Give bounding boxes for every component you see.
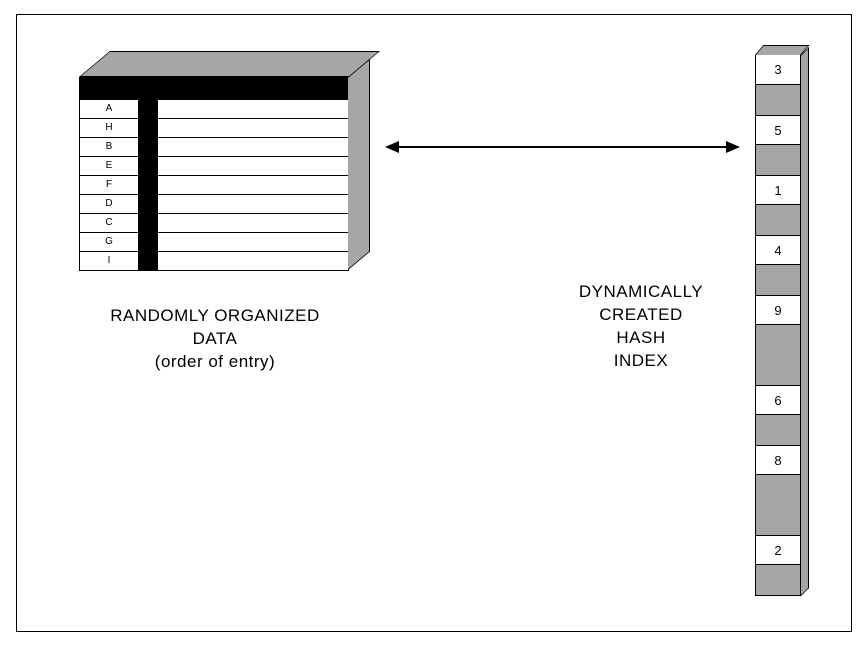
data-row-value <box>158 233 348 251</box>
data-row-separator <box>138 195 158 213</box>
data-row-key: A <box>80 100 138 118</box>
data-row: B <box>80 137 348 156</box>
data-row: I <box>80 251 348 270</box>
right-caption-line3: HASH <box>551 327 731 350</box>
right-caption-line1: DYNAMICALLY <box>551 281 731 304</box>
hash-slot-empty <box>756 145 800 175</box>
left-caption-line3: (order of entry) <box>55 351 375 374</box>
right-caption: DYNAMICALLY CREATED HASH INDEX <box>551 281 731 373</box>
hash-slot-empty <box>756 565 800 595</box>
hash-slot-filled: 2 <box>756 535 800 565</box>
left-caption: RANDOMLY ORGANIZED DATA (order of entry) <box>55 305 375 374</box>
data-row-value <box>158 100 348 118</box>
data-row: D <box>80 194 348 213</box>
left-caption-line2: DATA <box>55 328 375 351</box>
data-row: C <box>80 213 348 232</box>
data-row: H <box>80 118 348 137</box>
data-row-separator <box>138 138 158 156</box>
hash-slot-filled: 8 <box>756 445 800 475</box>
hash-index-column: 3 5 1 4 9 6 8 2 <box>755 55 801 596</box>
data-row-value <box>158 176 348 194</box>
data-row-key: C <box>80 214 138 232</box>
right-caption-line4: INDEX <box>551 350 731 373</box>
data-row: A <box>80 99 348 118</box>
data-row-key: F <box>80 176 138 194</box>
data-row-key: E <box>80 157 138 175</box>
data-row: G <box>80 232 348 251</box>
left-caption-line1: RANDOMLY ORGANIZED <box>55 305 375 328</box>
data-row-key: G <box>80 233 138 251</box>
double-arrow-icon <box>385 139 740 155</box>
data-row-value <box>158 138 348 156</box>
hash-slot-empty <box>756 355 800 385</box>
data-row: F <box>80 175 348 194</box>
data-row: E <box>80 156 348 175</box>
hash-slot-filled: 5 <box>756 115 800 145</box>
hash-slot-filled: 9 <box>756 295 800 325</box>
data-row-key: I <box>80 252 138 270</box>
data-table-header-bar <box>80 77 348 99</box>
hash-slot-empty <box>756 415 800 445</box>
data-row-key: D <box>80 195 138 213</box>
data-row-key: H <box>80 119 138 137</box>
data-row-value <box>158 195 348 213</box>
data-row-separator <box>138 100 158 118</box>
data-row-value <box>158 157 348 175</box>
hash-slot-empty <box>756 325 800 355</box>
hash-slot-filled: 6 <box>756 385 800 415</box>
hash-slot-empty <box>756 85 800 115</box>
data-row-value <box>158 252 348 270</box>
hash-slot-filled: 4 <box>756 235 800 265</box>
data-row-separator <box>138 233 158 251</box>
data-table-side-face <box>348 59 370 270</box>
data-row-value <box>158 214 348 232</box>
hash-slot-empty <box>756 265 800 295</box>
data-table-top-face <box>79 51 380 77</box>
data-row-separator <box>138 157 158 175</box>
right-caption-line2: CREATED <box>551 304 731 327</box>
data-row-separator <box>138 176 158 194</box>
hash-slot-filled: 1 <box>756 175 800 205</box>
data-row-separator <box>138 119 158 137</box>
hash-column-side-face <box>801 47 809 596</box>
diagram-frame: AHBEFDCGI RANDOMLY ORGANIZED DATA (order… <box>16 14 852 632</box>
hash-slot-empty <box>756 205 800 235</box>
data-row-separator <box>138 252 158 270</box>
data-row-separator <box>138 214 158 232</box>
hash-slot-empty <box>756 505 800 535</box>
data-row-key: B <box>80 138 138 156</box>
hash-slot-empty <box>756 475 800 505</box>
data-row-value <box>158 119 348 137</box>
data-table-front: AHBEFDCGI <box>79 77 349 271</box>
hash-slot-filled: 3 <box>756 55 800 85</box>
data-table: AHBEFDCGI <box>79 51 349 271</box>
